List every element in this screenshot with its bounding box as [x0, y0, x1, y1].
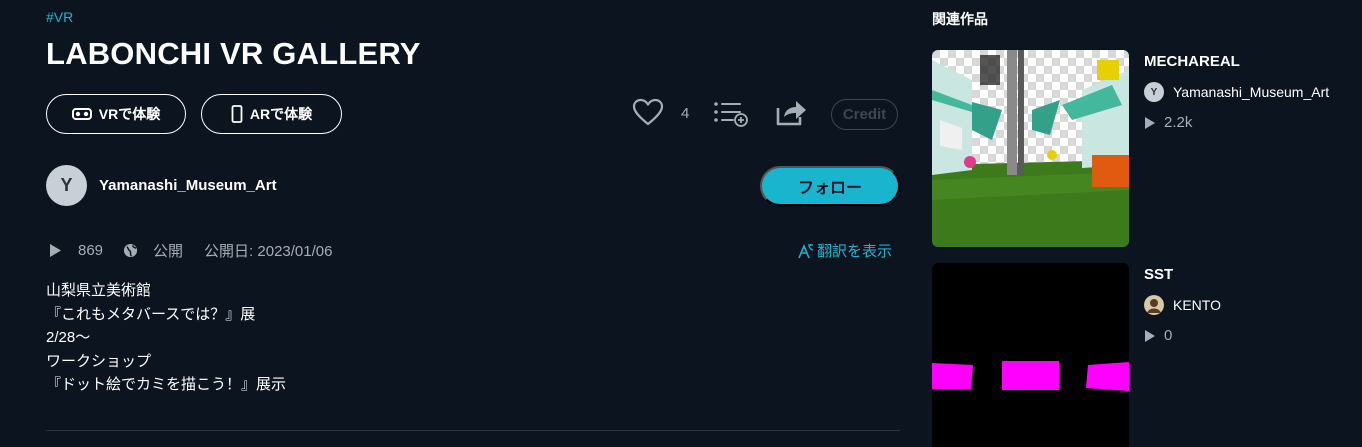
related-author-avatar: Y: [1144, 82, 1164, 102]
related-play-count: 0: [1144, 327, 1354, 344]
related-title[interactable]: SST: [1144, 266, 1354, 283]
translate-icon: [798, 243, 814, 258]
translate-link[interactable]: 翻訳を表示: [798, 240, 892, 261]
description-line: 2/28〜: [46, 329, 91, 346]
tag-link[interactable]: #VR: [46, 9, 73, 25]
add-to-list-button[interactable]: [713, 100, 749, 128]
description-line: 『これもメタバースでは？』展: [46, 305, 256, 323]
play-count-value: 869: [78, 242, 104, 259]
related-title[interactable]: MECHAREAL: [1144, 53, 1354, 70]
published-date: 公開日: 2023/01/06: [204, 243, 333, 260]
vr-button-label: VRで体験: [98, 106, 161, 122]
playlist-add-icon: [714, 102, 748, 127]
play-icon: [1145, 116, 1155, 129]
related-thumbnail[interactable]: [932, 50, 1129, 247]
play-count: 869: [48, 242, 103, 259]
description-line: 『ドット絵でカミを描こう！』展示: [46, 376, 287, 393]
play-icon: [1145, 329, 1155, 342]
follow-button[interactable]: フォロー: [760, 166, 900, 206]
divider: [46, 430, 900, 431]
share-icon: [776, 101, 806, 126]
play-icon: [50, 244, 61, 257]
description-line: 山梨県立美術館: [46, 282, 152, 299]
related-info: MECHAREAL Y Yamanashi_Museum_Art 2.2k: [1144, 53, 1354, 131]
related-info: SST KENTO 0: [1144, 266, 1354, 344]
phone-icon: [231, 105, 243, 123]
work-detail: #VR LABONCHI VR GALLERY VRで体験 ARで体験 4 Cr…: [46, 0, 900, 447]
heart-icon: [632, 98, 664, 126]
related-author-name: KENTO: [1173, 297, 1221, 313]
globe-icon: [123, 243, 138, 258]
translate-label: 翻訳を表示: [817, 243, 893, 260]
related-play-count: 2.2k: [1144, 114, 1354, 131]
visibility-label: 公開: [153, 243, 184, 260]
vr-goggles-icon: [71, 108, 92, 120]
vr-experience-button[interactable]: VRで体験: [46, 94, 186, 134]
related-author-avatar: [1144, 295, 1164, 315]
related-play-count-value: 2.2k: [1164, 114, 1193, 131]
related-thumbnail[interactable]: [932, 263, 1129, 447]
page-title: LABONCHI VR GALLERY: [46, 36, 421, 71]
share-button[interactable]: [775, 97, 807, 129]
related-author[interactable]: KENTO: [1144, 295, 1354, 315]
author-name[interactable]: Yamanashi_Museum_Art: [99, 177, 277, 194]
ar-experience-button[interactable]: ARで体験: [201, 94, 342, 134]
description: 山梨県立美術館 『これもメタバースでは？』展 2/28〜 ワークショップ 『ドッ…: [46, 279, 286, 397]
related-works-title: 関連作品: [932, 11, 988, 27]
related-author[interactable]: Y Yamanashi_Museum_Art: [1144, 82, 1354, 102]
meta-row: 869 公開 公開日: 2023/01/06: [48, 240, 332, 261]
related-author-name: Yamanashi_Museum_Art: [1173, 84, 1330, 100]
like-button[interactable]: [632, 98, 664, 126]
description-line: ワークショップ: [46, 352, 152, 370]
like-count: 4: [681, 105, 690, 122]
author-row[interactable]: Y Yamanashi_Museum_Art: [46, 165, 277, 206]
author-avatar[interactable]: Y: [46, 165, 87, 206]
ar-button-label: ARで体験: [249, 106, 313, 122]
visibility: 公開: [123, 240, 183, 261]
credit-button[interactable]: Credit: [831, 99, 898, 130]
related-play-count-value: 0: [1164, 327, 1173, 344]
